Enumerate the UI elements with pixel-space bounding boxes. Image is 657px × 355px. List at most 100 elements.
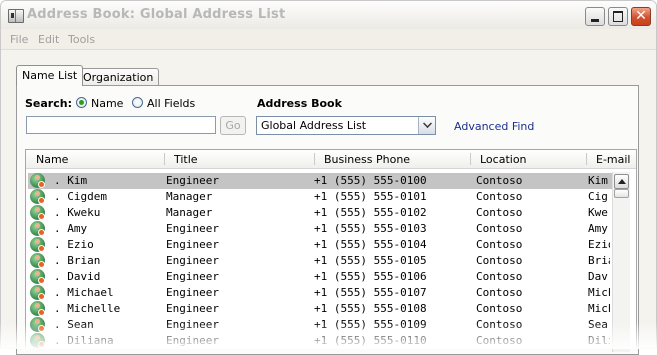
chevron-down-icon (423, 119, 432, 128)
minimize-icon (591, 19, 599, 22)
cell-business-phone: +1 (555) 555-0110 (314, 334, 427, 347)
contact-icon (30, 205, 45, 220)
contact-list: Name Title Business Phone Location E-mai… (25, 149, 637, 349)
table-row[interactable]: . Kim Engineer +1 (555) 555-0100 Contoso Kim (28, 173, 618, 189)
contact-icon (30, 301, 45, 316)
cell-email: Mich (588, 286, 610, 299)
cell-title: Engineer (166, 222, 219, 235)
cell-email: Ezio (588, 238, 610, 251)
cell-email: Mich (588, 302, 610, 315)
menu-tools[interactable]: Tools (68, 33, 95, 46)
table-row[interactable]: . Kweku Manager +1 (555) 555-0102 Contoso Kw… (28, 205, 618, 221)
cell-name: . Sean (54, 318, 94, 331)
contact-icon (30, 253, 45, 268)
address-book-label: Address Book (257, 97, 342, 110)
cell-location: Contoso (476, 222, 523, 235)
address-book-icon (8, 9, 24, 23)
cell-location: Contoso (476, 302, 523, 315)
cell-email: Sea (588, 318, 608, 331)
cell-email: Bria (588, 254, 610, 267)
cell-title: Engineer (166, 238, 219, 251)
cell-title: Engineer (166, 302, 219, 315)
table-row[interactable]: . Amy Engineer +1 (555) 555-0103 Contoso Amy (28, 221, 618, 237)
cell-location: Contoso (476, 254, 523, 267)
radio-name[interactable] (76, 97, 87, 108)
search-input[interactable] (26, 116, 216, 134)
column-header-business-phone[interactable]: Business Phone (324, 153, 410, 166)
table-row[interactable]: . David Engineer +1 (555) 555-0106 Contoso D… (28, 269, 618, 285)
cell-business-phone: +1 (555) 555-0103 (314, 222, 427, 235)
column-divider[interactable] (164, 153, 165, 165)
cell-business-phone: +1 (555) 555-0109 (314, 318, 427, 331)
radio-all-fields-label[interactable]: All Fields (147, 97, 195, 110)
cell-business-phone: +1 (555) 555-0102 (314, 206, 427, 219)
radio-selected-dot (79, 100, 84, 105)
maximize-icon (613, 11, 623, 22)
cell-business-phone: +1 (555) 555-0108 (314, 302, 427, 315)
scroll-thumb[interactable] (614, 189, 629, 198)
minimize-button[interactable] (585, 7, 605, 26)
contact-icon (30, 189, 45, 204)
cell-title: Engineer (166, 334, 219, 347)
contact-icon (30, 221, 45, 236)
cell-title: Engineer (166, 286, 219, 299)
cell-name: . Michael (54, 286, 114, 299)
arrow-up-icon (618, 179, 626, 184)
menu-edit[interactable]: Edit (38, 33, 59, 46)
cell-email: Dav (588, 270, 608, 283)
search-label: Search: (25, 97, 72, 110)
table-row[interactable]: . Brian Engineer +1 (555) 555-0105 Contoso B… (28, 253, 618, 269)
scroll-up-button[interactable] (614, 174, 629, 189)
cell-business-phone: +1 (555) 555-0106 (314, 270, 427, 283)
column-divider[interactable] (470, 153, 471, 165)
table-row[interactable]: . Diliana Engineer +1 (555) 555-0110 Contos… (28, 333, 618, 349)
contact-icon (30, 237, 45, 252)
table-row[interactable]: . Michelle Engineer +1 (555) 555-0108 Conto… (28, 301, 618, 317)
column-divider[interactable] (586, 153, 587, 165)
radio-all-fields[interactable] (132, 97, 143, 108)
title-bar[interactable]: Address Book: Global Address List ✕ (1, 1, 656, 29)
column-header-title[interactable]: Title (174, 153, 198, 166)
cell-email: Amy (588, 222, 608, 235)
go-button[interactable]: Go (220, 116, 246, 135)
cell-business-phone: +1 (555) 555-0105 (314, 254, 427, 267)
close-icon: ✕ (635, 8, 647, 24)
menu-file[interactable]: File (10, 33, 28, 46)
radio-name-label[interactable]: Name (91, 97, 123, 110)
column-divider[interactable] (314, 153, 315, 165)
list-header: Name Title Business Phone Location E-mai… (26, 150, 636, 169)
contact-icon (30, 269, 45, 284)
cell-business-phone: +1 (555) 555-0104 (314, 238, 427, 251)
column-header-name[interactable]: Name (36, 153, 68, 166)
maximize-button[interactable] (608, 7, 628, 26)
menu-bar: File Edit Tools (1, 29, 656, 50)
dropdown-button[interactable] (418, 117, 435, 134)
table-row[interactable]: . Sean Engineer +1 (555) 555-0109 Contoso Se… (28, 317, 618, 333)
cell-name: . Diliana (54, 334, 114, 347)
table-row[interactable]: . Michael Engineer +1 (555) 555-0107 Contos… (28, 285, 618, 301)
cell-location: Contoso (476, 174, 523, 187)
cell-name: . Amy (54, 222, 88, 235)
close-button[interactable]: ✕ (631, 7, 651, 26)
cell-location: Contoso (476, 334, 523, 347)
cell-title: Engineer (166, 254, 219, 267)
cell-name: . David (54, 270, 101, 283)
contact-icon (30, 333, 45, 348)
advanced-find-link[interactable]: Advanced Find (454, 120, 534, 133)
list-rows: . Kim Engineer +1 (555) 555-0100 Contoso Kim… (26, 170, 618, 349)
cell-business-phone: +1 (555) 555-0100 (314, 174, 427, 187)
address-book-select[interactable]: Global Address List (256, 116, 436, 135)
table-row[interactable]: . Cigdem Manager +1 (555) 555-0101 Contoso C… (28, 189, 618, 205)
table-row[interactable]: . Ezio Engineer +1 (555) 555-0104 Contoso Ez… (28, 237, 618, 253)
vertical-scrollbar[interactable] (612, 172, 630, 352)
address-book-selected: Global Address List (261, 119, 367, 132)
window-title: Address Book: Global Address List (27, 7, 286, 22)
cell-location: Contoso (476, 318, 523, 331)
contact-icon (30, 173, 45, 188)
cell-name: . Michelle (54, 302, 121, 315)
column-header-email[interactable]: E-mail (596, 153, 631, 166)
column-header-location[interactable]: Location (480, 153, 527, 166)
cell-title: Engineer (166, 318, 219, 331)
cell-email: Kim (588, 174, 608, 187)
tab-name-list[interactable]: Name List (16, 65, 84, 86)
